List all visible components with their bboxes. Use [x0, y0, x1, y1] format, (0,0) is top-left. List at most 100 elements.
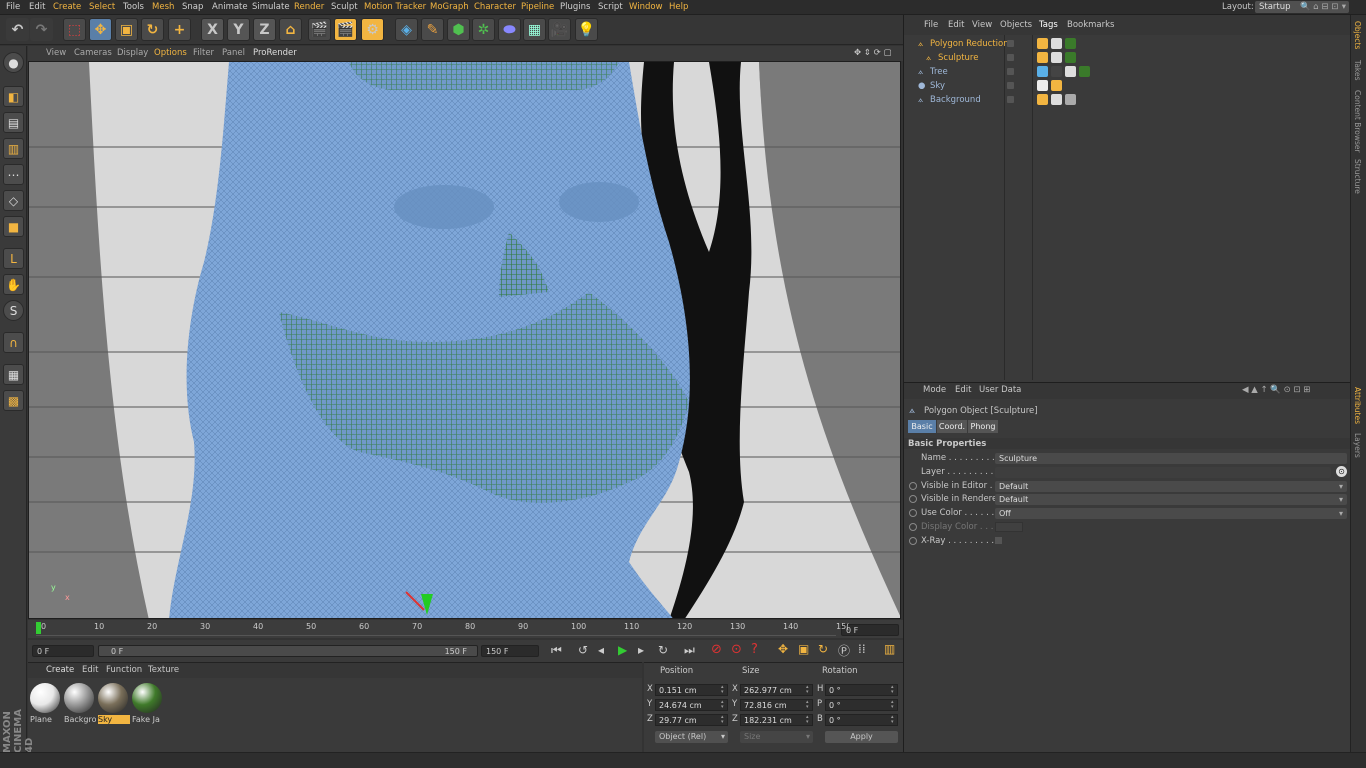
animate-toggle[interactable]: [909, 509, 917, 518]
array-generator-icon[interactable]: ✲: [472, 18, 495, 41]
attr-value-field[interactable]: Off: [995, 508, 1347, 520]
deformer-icon[interactable]: ⬬: [498, 18, 521, 41]
size-mode-select[interactable]: Size ▾: [740, 731, 813, 743]
render-toggle[interactable]: [1018, 68, 1025, 75]
key-param-icon[interactable]: Ⓟ: [838, 642, 850, 659]
points-mode-icon[interactable]: ⋯: [3, 164, 24, 185]
objects-menu-objects[interactable]: Objects: [1000, 20, 1032, 30]
cube-icon[interactable]: ◈: [395, 18, 418, 41]
render-toggle[interactable]: [1018, 54, 1025, 61]
animate-toggle[interactable]: [909, 523, 917, 531]
prev-frame-icon[interactable]: ◂: [598, 643, 604, 657]
object-name[interactable]: Polygon Reduction: [930, 39, 1009, 49]
objects-menu-view[interactable]: View: [972, 20, 992, 30]
current-frame-field[interactable]: 0 F: [841, 624, 899, 636]
frame-range-slider[interactable]: 0 F 150 F: [98, 645, 478, 657]
floor-icon[interactable]: ▦: [523, 18, 546, 41]
workplane-lock-icon[interactable]: ▦: [3, 364, 24, 385]
end-frame-field[interactable]: 150 F: [481, 645, 539, 657]
menu-animate[interactable]: Animate: [212, 2, 248, 12]
menu-mesh[interactable]: Mesh: [152, 2, 174, 12]
object-tag-icon[interactable]: [1037, 52, 1048, 63]
menu-sculpt[interactable]: Sculpt: [331, 2, 358, 12]
rotation-field[interactable]: 0 °: [825, 699, 898, 711]
object-tag-icon[interactable]: [1065, 66, 1076, 77]
tab-layers[interactable]: Layers: [1353, 433, 1362, 458]
viewport-menu-panel[interactable]: Panel: [222, 48, 245, 58]
visibility-toggle[interactable]: [1007, 96, 1014, 103]
render-toggle[interactable]: [1018, 82, 1025, 89]
object-row[interactable]: ⟑ Polygon Reduction: [904, 37, 1350, 51]
attr-menu-edit[interactable]: Edit: [955, 385, 971, 395]
size-field[interactable]: 262.977 cm: [740, 684, 813, 696]
xray-checkbox[interactable]: [995, 536, 1002, 544]
object-tag-icon[interactable]: [1037, 80, 1048, 91]
tab-structure[interactable]: Structure: [1353, 159, 1362, 194]
pen-spline-icon[interactable]: ✎: [421, 18, 444, 41]
next-key-icon[interactable]: ↻: [658, 643, 668, 657]
visibility-toggle[interactable]: [1007, 82, 1014, 89]
attr-value-field[interactable]: Default: [995, 480, 1347, 492]
key-position-icon[interactable]: ✥: [778, 642, 788, 656]
objects-menu-bookmarks[interactable]: Bookmarks: [1067, 20, 1115, 30]
menu-create[interactable]: Create: [53, 2, 81, 12]
solo-icon[interactable]: S: [3, 300, 24, 321]
object-tag-icon[interactable]: [1051, 52, 1062, 63]
material-ball[interactable]: [98, 683, 128, 713]
visibility-toggle[interactable]: [1007, 40, 1014, 47]
scale-tool-icon[interactable]: ▣: [115, 18, 138, 41]
attr-menu-user-data[interactable]: User Data: [979, 385, 1021, 395]
material-ball[interactable]: [64, 683, 94, 713]
planar-workplane-icon[interactable]: ▩: [3, 390, 24, 411]
material-label[interactable]: Backgro: [64, 715, 96, 724]
attr-tab-phong[interactable]: Phong: [968, 420, 998, 433]
attr-tab-basic[interactable]: Basic: [908, 420, 936, 433]
material-menu-texture[interactable]: Texture: [148, 665, 179, 675]
object-name[interactable]: Sky: [930, 81, 945, 91]
render-toggle[interactable]: [1018, 96, 1025, 103]
objects-menu-edit[interactable]: Edit: [948, 20, 964, 30]
tab-takes[interactable]: Takes: [1353, 60, 1362, 81]
position-field[interactable]: 0.151 cm: [655, 684, 728, 696]
object-tag-icon[interactable]: [1065, 94, 1076, 105]
menu-mograph[interactable]: MoGraph: [430, 2, 469, 12]
object-name[interactable]: Sculpture: [938, 53, 978, 63]
display-color-swatch[interactable]: [995, 522, 1023, 532]
animate-toggle[interactable]: [909, 536, 917, 545]
tab-objects[interactable]: Objects: [1353, 21, 1362, 49]
render-toggle[interactable]: [1018, 40, 1025, 47]
object-tag-icon[interactable]: [1037, 66, 1048, 77]
prev-key-icon[interactable]: ↺: [578, 643, 588, 657]
light-icon[interactable]: 💡: [575, 18, 598, 41]
animate-toggle[interactable]: [909, 481, 917, 490]
next-frame-icon[interactable]: ▸: [638, 643, 644, 657]
start-frame-field[interactable]: 0 F: [32, 645, 94, 657]
live-selection-icon[interactable]: ⬚: [63, 18, 86, 41]
polygons-mode-icon[interactable]: ■: [3, 216, 24, 237]
key-rotation-icon[interactable]: ↻: [818, 642, 828, 656]
render-settings-icon[interactable]: ⚙: [361, 18, 384, 41]
object-row[interactable]: ⟑ Background: [904, 93, 1350, 107]
viewport-nav-icons[interactable]: ✥ ⇕ ⟳ ▢: [854, 48, 892, 58]
subdivision-icon[interactable]: ⬢: [447, 18, 470, 41]
object-tag-icon[interactable]: [1051, 38, 1062, 49]
timeline-window-icon[interactable]: ▥: [884, 642, 895, 656]
tweak-mode-icon[interactable]: ✋: [3, 274, 24, 295]
object-tag-icon[interactable]: [1079, 66, 1090, 77]
coordinate-mode-select[interactable]: Object (Rel) ▾: [655, 731, 728, 743]
keyframe-selection-icon[interactable]: ?: [751, 642, 758, 657]
object-tag-icon[interactable]: [1051, 80, 1062, 91]
goto-end-icon[interactable]: ⏭: [684, 643, 695, 658]
object-name[interactable]: Background: [930, 95, 981, 105]
object-tag-icon[interactable]: [1051, 66, 1062, 77]
menu-render[interactable]: Render: [294, 2, 324, 12]
axis-x-lock[interactable]: X: [201, 18, 224, 41]
size-field[interactable]: 182.231 cm: [740, 714, 813, 726]
edges-mode-icon[interactable]: ◇: [3, 190, 24, 211]
object-name[interactable]: Tree: [930, 67, 948, 77]
camera-icon[interactable]: 🎥: [548, 18, 571, 41]
menu-help[interactable]: Help: [669, 2, 688, 12]
render-picture-viewer-icon[interactable]: 🎬: [334, 18, 357, 41]
sculpt-mode-icon[interactable]: ●: [3, 52, 24, 73]
layer-picker-icon[interactable]: ⊙: [1336, 466, 1347, 477]
